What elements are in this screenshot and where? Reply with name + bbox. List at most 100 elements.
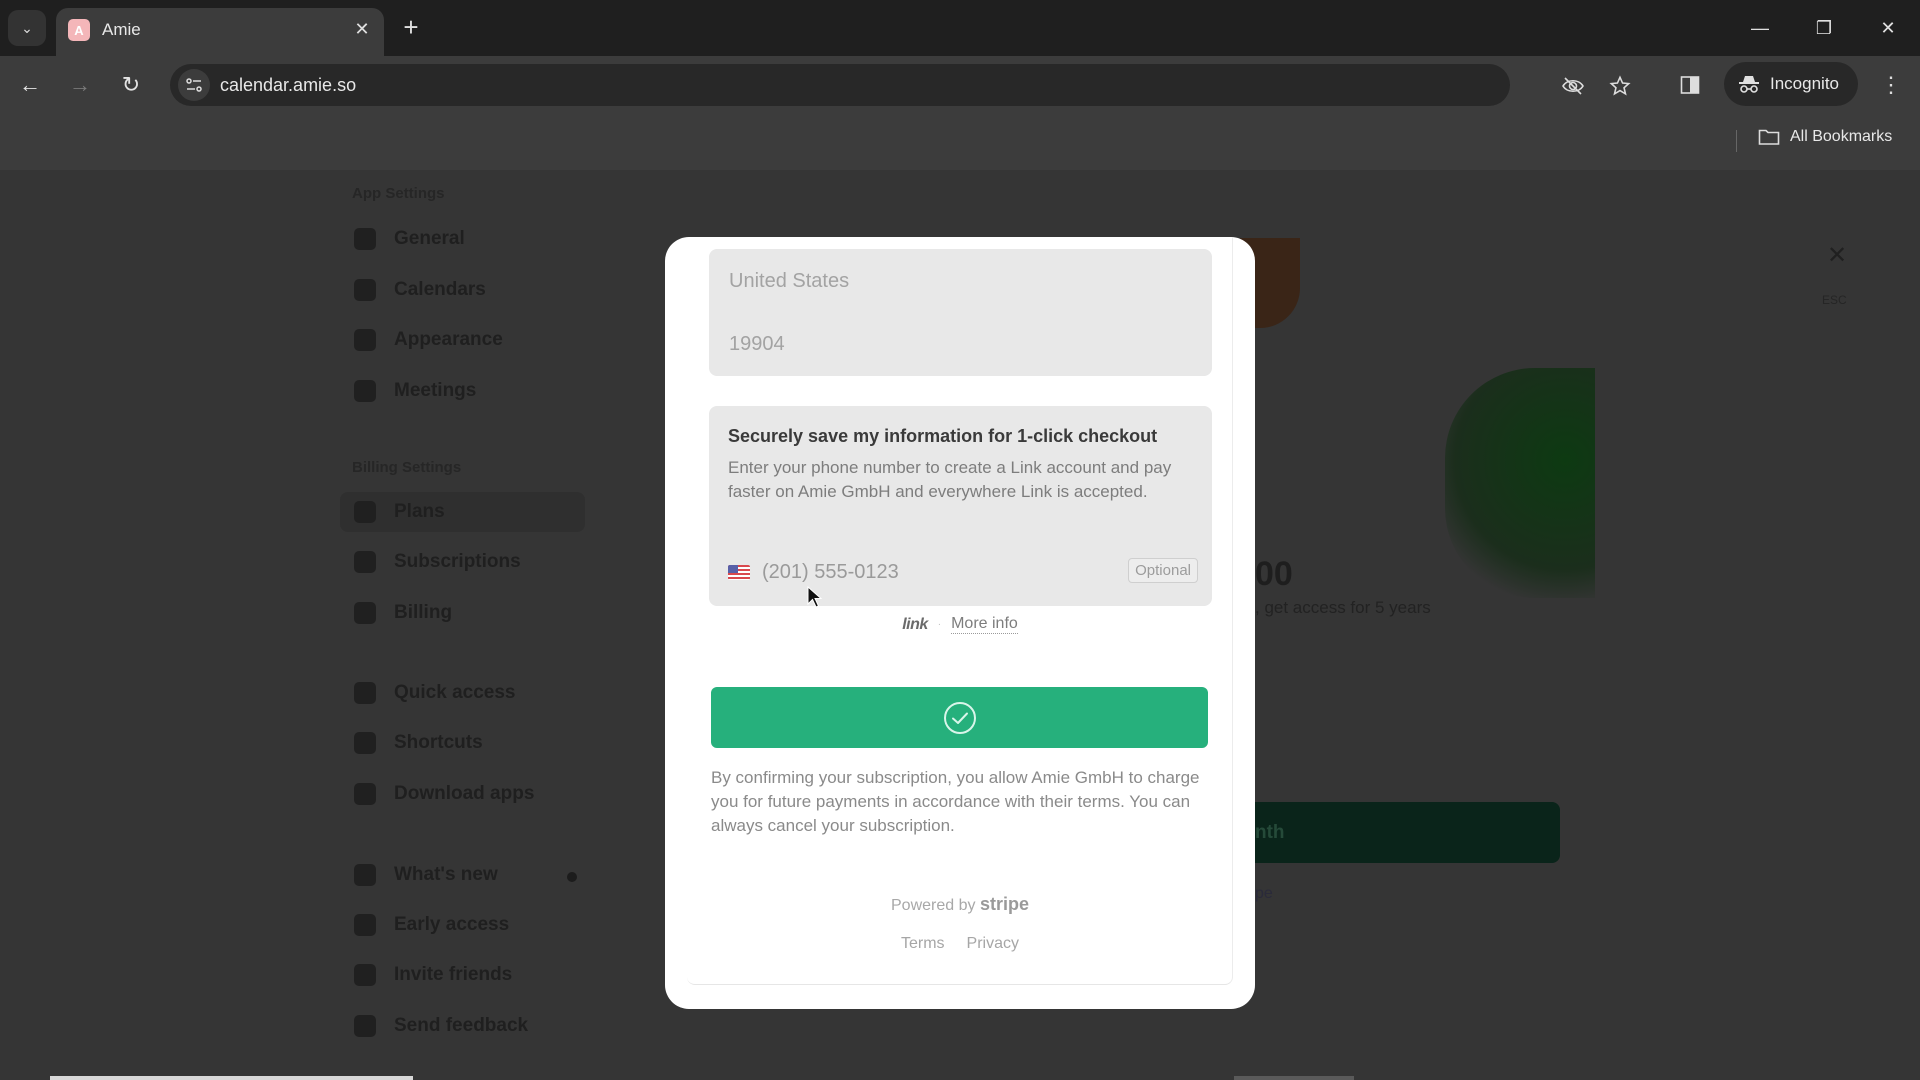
tab-title: Amie [102,20,141,39]
plans-icon [354,501,376,523]
sidebar-item-label: Plans [394,501,445,522]
plan-cta-button[interactable]: nth [1255,802,1560,863]
sidebar-item-label: Shortcuts [394,732,483,753]
star-icon [1609,75,1631,96]
sidebar-item-calendars[interactable]: Calendars [340,270,585,310]
tracking-protection-button[interactable] [1560,73,1586,99]
back-button[interactable]: ← [13,68,47,102]
plan-illustration-green [1445,368,1595,598]
side-panel-button[interactable] [1674,69,1706,101]
gear-icon [354,228,376,250]
sidebar-item-label: Send feedback [394,1015,529,1036]
url-text: calendar.amie.so [220,75,357,95]
sidebar-item-invite-friends[interactable]: Invite friends [340,955,585,995]
sidebar-item-plans[interactable]: Plans [340,492,585,532]
sidebar-item-download-apps[interactable]: Download apps [340,774,585,814]
sidebar-item-label: What's new [394,864,498,885]
sidebar-item-label: Calendars [394,279,486,300]
more-info-link[interactable]: More info [951,615,1018,634]
tab-search-button[interactable]: ⌄ [8,10,46,46]
horizontal-scrollbar[interactable] [50,1076,413,1080]
browser-tab[interactable]: A Amie ✕ [56,8,384,56]
flame-icon [354,864,376,886]
sidebar-item-label: Invite friends [394,964,513,985]
restore-button[interactable]: ❐ [1804,8,1844,48]
sidebar-item-label: Quick access [394,682,516,703]
country-select[interactable]: United States [729,270,849,293]
billing-address-field[interactable]: United States 19904 [709,249,1212,376]
sidebar-item-billing[interactable]: Billing [340,593,585,633]
site-info-button[interactable] [178,69,210,101]
plan-price: 00 [1255,555,1293,593]
close-icon: ✕ [354,18,370,39]
sidebar-section-app-settings: App Settings [352,185,445,202]
bookmark-star-button[interactable] [1607,73,1633,99]
browser-toolbar: ← → ↻ calendar.amie.so Incognito ⋮ [0,56,1920,114]
plan-link[interactable]: pe [1255,885,1273,903]
sidebar-item-subscriptions[interactable]: Subscriptions [340,542,585,582]
plus-icon: + [403,11,419,42]
link-logo: link [902,615,928,633]
incognito-badge[interactable]: Incognito [1724,62,1858,106]
check-circle-icon [943,701,976,734]
phone-input[interactable]: (201) 555-0123 Optional [728,556,1198,588]
link-footer: link · More info [665,615,1255,634]
sidebar-item-meetings[interactable]: Meetings [340,371,585,411]
link-save-info-panel: Securely save my information for 1-click… [709,406,1212,606]
optional-badge: Optional [1128,558,1198,583]
quick-access-icon [354,682,376,704]
plan-cta-label: nth [1255,821,1285,843]
tab-close-button[interactable]: ✕ [350,17,374,41]
stripe-logo: stripe [979,894,1029,914]
sidebar-item-general[interactable]: General [340,219,585,259]
minimize-button[interactable]: — [1740,8,1780,48]
sidebar-item-label: General [394,228,465,249]
stripe-footer-links: Terms Privacy [665,935,1255,953]
close-icon: ✕ [1880,17,1896,38]
checkout-modal: United States 19904 Securely save my inf… [665,237,1255,1009]
separator: · [937,619,942,630]
calendar-icon [354,279,376,301]
at-icon [354,732,376,754]
reload-button[interactable]: ↻ [114,68,148,102]
terms-link[interactable]: Terms [901,935,945,953]
site-settings-icon [186,78,202,92]
unread-dot [567,872,577,882]
gift-icon [354,964,376,986]
reload-icon: ↻ [121,72,141,97]
scroll-indicator [1234,1076,1354,1080]
sidebar-item-shortcuts[interactable]: Shortcuts [340,723,585,763]
sidebar-item-whats-new[interactable]: What's new [340,855,585,895]
incognito-label: Incognito [1770,74,1839,93]
forward-arrow-icon: → [69,72,91,97]
browser-menu-button[interactable]: ⋮ [1876,68,1906,102]
mouse-cursor-icon [807,586,823,608]
us-flag-icon[interactable] [728,564,750,580]
address-bar[interactable]: calendar.amie.so [170,64,1631,106]
new-tab-button[interactable]: + [396,12,426,42]
chevron-down-icon: ⌄ [21,19,33,36]
window-close-button[interactable]: ✕ [1868,8,1908,48]
subscriptions-icon [354,551,376,573]
kebab-menu-icon: ⋮ [1880,72,1902,97]
subscribe-confirm-button[interactable] [711,687,1208,748]
rocket-icon [354,914,376,936]
all-bookmarks-label: All Bookmarks [1790,128,1893,145]
sidebar-item-send-feedback[interactable]: Send feedback [340,1006,585,1046]
privacy-link[interactable]: Privacy [967,935,1019,953]
sidebar-item-label: Early access [394,914,510,935]
sidebar-item-quick-access[interactable]: Quick access [340,673,585,713]
zip-input[interactable]: 19904 [729,333,785,356]
appearance-icon [354,329,376,351]
sidebar-item-label: Appearance [394,329,503,350]
forward-button[interactable]: → [63,68,97,102]
powered-by-stripe[interactable]: Powered by stripe [665,894,1255,915]
restore-icon: ❐ [1815,17,1833,38]
eye-off-icon [1562,77,1584,95]
dialog-close-button[interactable]: ✕ [1822,240,1852,270]
sidebar-item-early-access[interactable]: Early access [340,905,585,945]
all-bookmarks-button[interactable]: All Bookmarks [1758,128,1892,146]
plan-subtitle: , get access for 5 years [1255,598,1431,617]
bookmarks-bar: All Bookmarks [0,114,1920,170]
sidebar-item-appearance[interactable]: Appearance [340,320,585,360]
